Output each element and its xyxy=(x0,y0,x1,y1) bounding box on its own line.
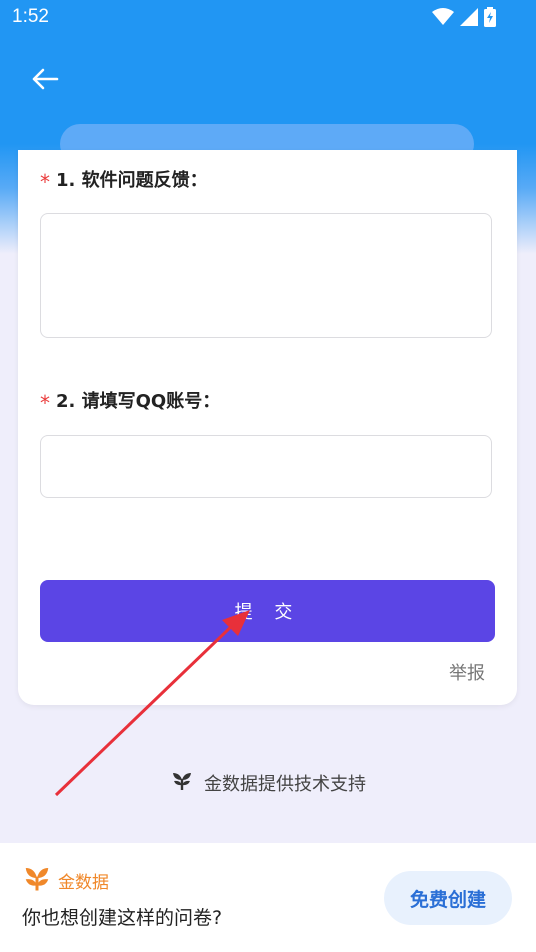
form-card: * 1. 软件问题反馈： * 2. 请填写QQ账号： 提 交 举报 xyxy=(18,150,517,705)
status-time: 1:52 xyxy=(12,6,49,27)
wifi-icon xyxy=(432,8,454,30)
question-1-title: * 1. 软件问题反馈： xyxy=(40,166,208,194)
brand-row: 金数据 xyxy=(22,863,109,897)
jinshuju-logo-icon xyxy=(170,768,194,797)
required-mark: * xyxy=(40,170,50,194)
tech-support-line: 金数据提供技术支持 xyxy=(0,768,536,797)
jinshuju-brand-icon xyxy=(22,863,52,897)
question-1-label: 1. 软件问题反馈： xyxy=(56,170,208,191)
promo-text: 你也想创建这样的问卷? xyxy=(22,907,223,929)
tech-support-text: 金数据提供技术支持 xyxy=(204,773,366,795)
battery-icon xyxy=(484,7,496,31)
screen: 1:52 * 1. 软件问题反馈： * 2. 请填写QQ账号： 提 交 举报 金… xyxy=(0,0,536,952)
signal-icon xyxy=(460,8,478,30)
brand-name: 金数据 xyxy=(58,872,109,893)
promo-banner: 金数据 你也想创建这样的问卷? 免费创建 xyxy=(0,843,536,952)
question-2-title: * 2. 请填写QQ账号： xyxy=(40,387,221,415)
back-button[interactable] xyxy=(24,60,66,102)
free-create-button[interactable]: 免费创建 xyxy=(384,871,512,925)
feedback-textarea[interactable] xyxy=(40,213,492,338)
status-icons xyxy=(432,7,496,31)
question-2-label: 2. 请填写QQ账号： xyxy=(56,391,221,412)
qq-account-input[interactable] xyxy=(40,435,492,498)
back-arrow-icon xyxy=(31,67,59,95)
submit-button[interactable]: 提 交 xyxy=(40,580,495,642)
status-bar: 1:52 xyxy=(0,0,536,36)
required-mark: * xyxy=(40,391,50,415)
report-link[interactable]: 举报 xyxy=(449,659,485,685)
